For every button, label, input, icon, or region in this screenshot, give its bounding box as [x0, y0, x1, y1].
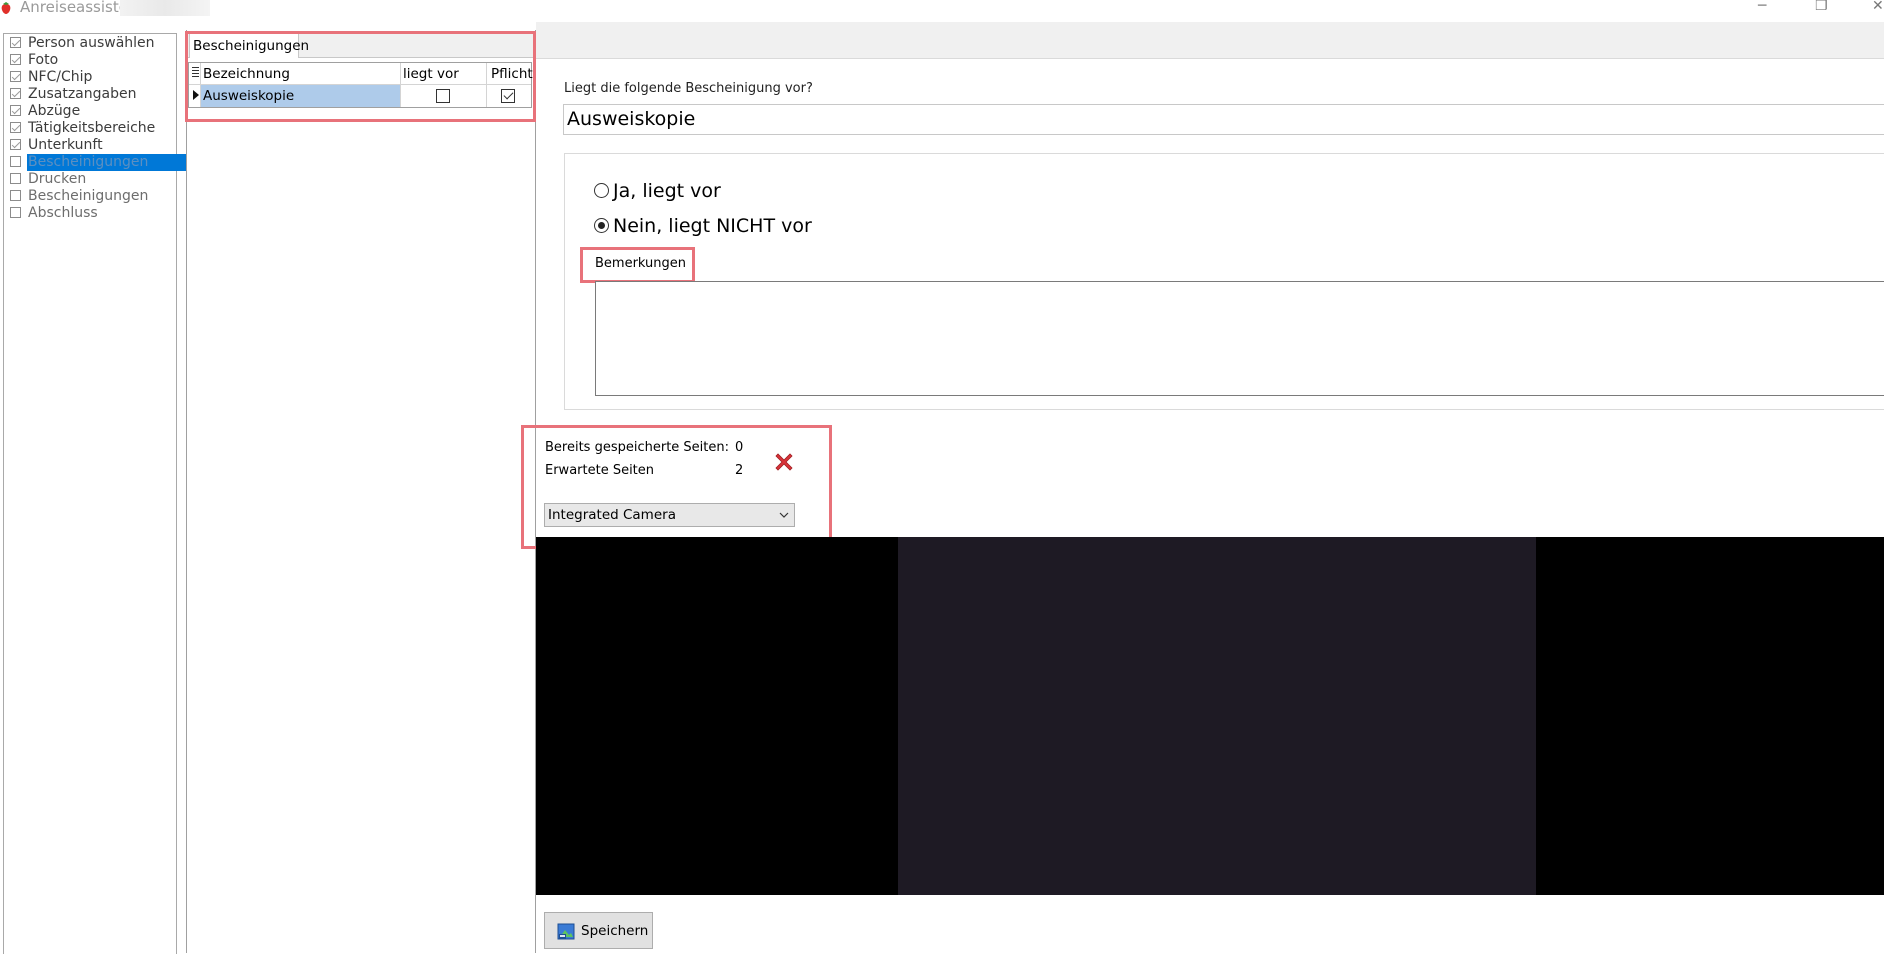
step-checkbox — [10, 37, 21, 48]
title-redacted-area — [120, 0, 210, 16]
step-label: Abschluss — [28, 205, 98, 221]
step-label: Bescheinigungen — [27, 154, 207, 171]
step-item[interactable]: Foto — [7, 52, 175, 69]
step-label: Abzüge — [28, 103, 81, 119]
certificate-panel — [186, 30, 536, 953]
step-label: NFC/Chip — [28, 69, 93, 85]
radio-yes-button[interactable] — [594, 183, 609, 198]
step-checkbox — [10, 88, 21, 99]
step-label: Drucken — [28, 171, 87, 187]
certificate-name-value: Ausweiskopie — [567, 108, 696, 130]
step-checkbox — [10, 190, 21, 201]
minimize-button[interactable]: ─ — [1758, 0, 1766, 14]
step-label: Bescheinigungen — [28, 188, 149, 204]
step-checkbox — [10, 54, 21, 65]
step-item[interactable]: Bescheinigungen — [7, 154, 207, 171]
step-label: Unterkunft — [28, 137, 103, 153]
step-checkbox — [10, 207, 21, 218]
step-checkbox — [10, 105, 21, 116]
step-item[interactable]: Person auswählen — [7, 35, 175, 52]
step-label: Foto — [28, 52, 59, 68]
step-checkbox — [10, 139, 21, 150]
save-button-label: Speichern — [581, 923, 649, 939]
radio-no[interactable]: Nein, liegt NICHT vor — [594, 215, 854, 237]
step-item[interactable]: Bescheinigungen — [7, 188, 175, 205]
restore-button[interactable]: ❐ — [1815, 0, 1828, 14]
step-label: Zusatzangaben — [28, 86, 137, 102]
question-label: Liegt die folgende Bescheinigung vor? — [564, 81, 813, 96]
radio-yes[interactable]: Ja, liegt vor — [594, 180, 814, 202]
step-item[interactable]: Unterkunft — [7, 137, 175, 154]
step-label: Person auswählen — [28, 35, 155, 51]
step-checkbox — [10, 71, 21, 82]
step-checkbox — [10, 122, 21, 133]
highlight-pages — [521, 425, 832, 549]
step-item[interactable]: Abschluss — [7, 205, 175, 222]
step-item[interactable]: Drucken — [7, 171, 175, 188]
radio-yes-label: Ja, liegt vor — [613, 180, 721, 202]
radio-no-label: Nein, liegt NICHT vor — [613, 215, 812, 237]
highlight-remarks — [580, 247, 695, 283]
save-button[interactable]: Speichern — [544, 912, 653, 949]
save-image-icon — [557, 923, 575, 940]
radio-no-button[interactable] — [594, 218, 609, 233]
step-item[interactable]: Tätigkeitsbereiche — [7, 120, 175, 137]
wizard-step-list: Person auswählen Foto NFC/Chip Zusatzangabe… — [3, 33, 207, 954]
step-item[interactable]: Zusatzangaben — [7, 86, 175, 103]
step-item[interactable]: NFC/Chip — [7, 69, 175, 86]
step-checkbox — [10, 156, 21, 167]
step-item[interactable]: Abzüge — [7, 103, 175, 120]
certificate-name-field: Ausweiskopie — [563, 104, 1884, 135]
camera-feed-image — [898, 537, 1536, 895]
step-label: Tätigkeitsbereiche — [28, 120, 156, 136]
step-checkbox — [10, 173, 21, 184]
strawberry-icon — [1, 2, 11, 14]
title-bar — [0, 0, 1884, 22]
highlight-grid — [185, 31, 536, 122]
remarks-textarea[interactable] — [595, 281, 1884, 396]
close-button[interactable]: ✕ — [1872, 0, 1884, 14]
right-header-strip — [536, 22, 1884, 59]
